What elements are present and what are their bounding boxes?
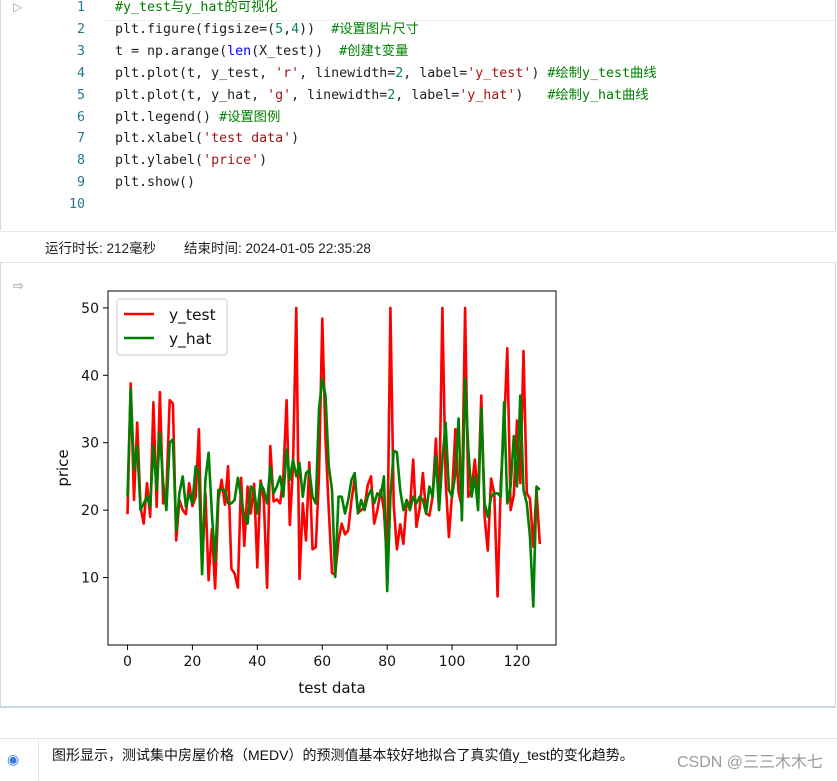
code-token: ) <box>515 87 548 103</box>
line-number: 4 <box>76 65 85 81</box>
line-number: 6 <box>76 109 85 125</box>
code-text: plt.ylabel('price') <box>115 150 267 172</box>
code-text: #y_test与y_hat的可视化 <box>115 0 278 19</box>
code-token: (X_test)) <box>251 43 340 59</box>
line-number: 8 <box>76 153 85 169</box>
x-tick-label: 120 <box>504 654 531 670</box>
line-number: 1 <box>76 0 85 15</box>
legend-label-y_test: y_test <box>169 306 216 325</box>
code-token: , label= <box>395 87 460 103</box>
x-tick-label: 80 <box>378 654 396 670</box>
run-duration: 运行时长: 212毫秒 <box>45 241 157 256</box>
code-token: 4 <box>291 21 300 37</box>
play-triangle-icon[interactable]: ▷ <box>13 0 22 14</box>
code-text: plt.figure(figsize=(5,4)) #设置图片尺寸 <box>115 19 419 41</box>
y-axis-label: price <box>54 449 72 486</box>
x-tick-label: 20 <box>183 654 201 670</box>
line-number: 3 <box>76 43 85 59</box>
code-cell[interactable]: ▷ 1 #y_test与y_hat的可视化 2 plt.figure(figsize=… <box>0 0 837 230</box>
code-token: , linewidth= <box>291 87 388 103</box>
code-token: 'y_hat' <box>459 87 516 103</box>
code-token: , linewidth= <box>299 65 396 81</box>
code-token: #绘制y_hat曲线 <box>547 87 649 103</box>
code-token: plt.plot(t, y_test, <box>115 65 276 81</box>
code-token: , <box>283 21 292 37</box>
code-token: 'price' <box>203 153 260 169</box>
code-text: plt.show() <box>115 172 195 194</box>
x-tick-label: 60 <box>313 654 331 670</box>
line-number: 5 <box>76 87 85 103</box>
x-tick-label: 0 <box>123 654 132 670</box>
code-token: plt.xlabel( <box>115 131 204 147</box>
line-number: 2 <box>76 21 85 37</box>
code-token: )) <box>299 21 332 37</box>
line-chart: 0 20 40 60 80 100 1201020304050test dataprice … <box>54 290 557 697</box>
code-token: plt.show() <box>115 175 196 191</box>
y-tick-label: 50 <box>81 301 99 317</box>
code-text: plt.xlabel('test data') <box>115 128 299 150</box>
code-token: #设置图例 <box>219 109 281 125</box>
code-token: 'r' <box>275 65 300 81</box>
code-token: #绘制y_test曲线 <box>547 65 657 81</box>
code-token: ) <box>291 131 300 147</box>
run-metadata: 运行时长: 212毫秒 结束时间: 2024-01-05 22:35:28 <box>0 231 837 260</box>
y-tick-label: 20 <box>81 503 99 519</box>
code-token: plt.figure(figsize=( <box>115 21 276 37</box>
y-tick-label: 30 <box>81 436 99 452</box>
x-axis-label: test data <box>298 679 365 697</box>
run-end-time: 结束时间: 2024-01-05 22:35:28 <box>184 241 371 256</box>
legend-label-y_hat: y_hat <box>169 330 211 349</box>
eye-icon[interactable]: ◉ <box>7 752 19 768</box>
code-token: #y_test与y_hat的可视化 <box>115 0 278 15</box>
code-token: plt.plot(t, y_hat, <box>115 87 268 103</box>
code-token: plt.legend() <box>115 109 220 125</box>
code-token: plt.ylabel( <box>115 153 204 169</box>
code-text: plt.legend() #设置图例 <box>115 107 280 129</box>
code-text: plt.plot(t, y_test, 'r', linewidth=2, la… <box>115 63 657 85</box>
code-token: 'test data' <box>203 131 292 147</box>
y-tick-label: 10 <box>81 571 99 587</box>
code-token: 'g' <box>267 87 292 103</box>
cell-divider <box>38 739 39 781</box>
output-cell: ⇨ 0 20 40 60 80 100 120 10 20 30 40 50 test data pric… <box>0 262 836 708</box>
csdn-watermark: CSDN @三三木木七 <box>676 754 823 771</box>
code-token: ) <box>531 65 548 81</box>
markdown-text: 图形显示，测试集中房屋价格（MEDV）的预测值基本较好地拟合了真实值y_test… <box>52 747 634 763</box>
chart-legend: y_test y_hat <box>116 298 228 356</box>
code-token: t = np.arange( <box>115 43 228 59</box>
line-number: 7 <box>76 131 85 147</box>
code-token: 5 <box>275 21 284 37</box>
code-token: , label= <box>403 65 468 81</box>
x-tick-label: 40 <box>248 654 266 670</box>
code-text: plt.plot(t, y_hat, 'g', linewidth=2, lab… <box>115 85 649 107</box>
code-token: len <box>227 43 252 59</box>
code-token: ) <box>259 153 268 169</box>
code-token: #创建t变量 <box>339 43 409 59</box>
output-export-icon[interactable]: ⇨ <box>13 279 24 294</box>
line-number: 10 <box>68 197 85 213</box>
code-token: 'y_test' <box>467 65 532 81</box>
y-tick-label: 40 <box>81 368 99 384</box>
code-text: t = np.arange(len(X_test)) #创建t变量 <box>115 41 408 63</box>
code-token: #设置图片尺寸 <box>331 21 419 37</box>
x-tick-label: 100 <box>439 654 466 670</box>
line-number: 9 <box>76 175 85 191</box>
